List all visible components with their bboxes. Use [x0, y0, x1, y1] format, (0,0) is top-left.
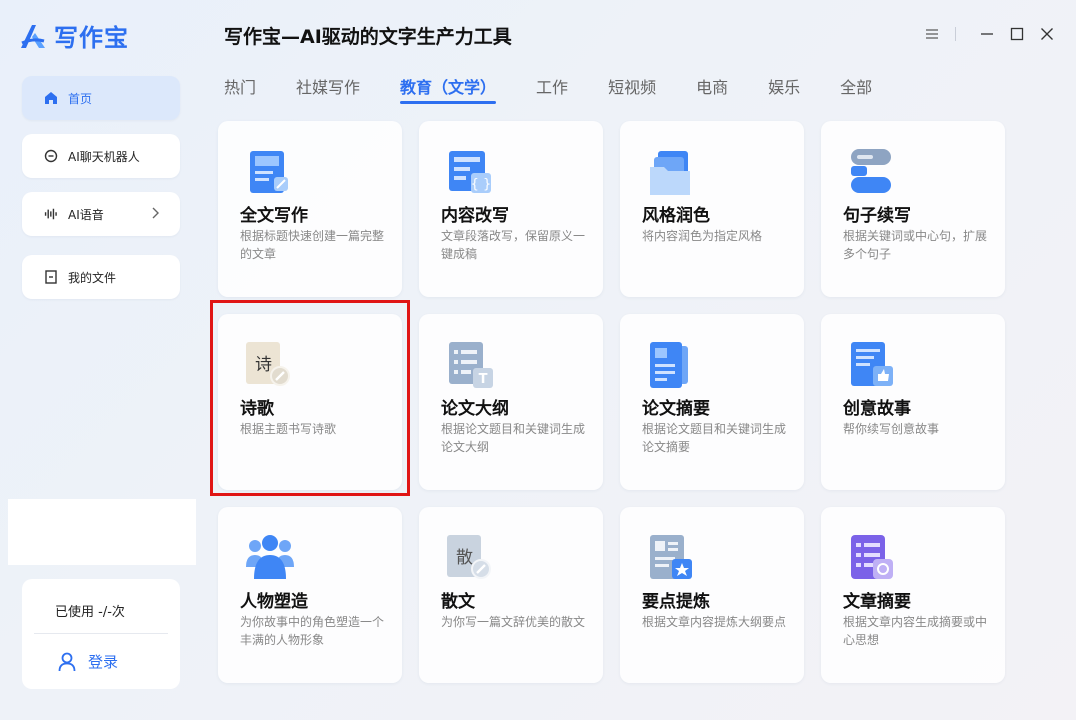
- tool-card-content-rewrite[interactable]: { } 内容改写 文章段落改写，保留原义一键成稿: [419, 121, 603, 297]
- card-title: 内容改写: [441, 206, 509, 226]
- tool-card-article-summary[interactable]: 文章摘要 根据文章内容生成摘要或中心思想: [821, 507, 1005, 683]
- sidebar-item-label: AI语音: [68, 207, 104, 222]
- article-summary-icon: [851, 535, 893, 579]
- svg-text:T: T: [479, 372, 488, 387]
- card-title: 散文: [441, 592, 475, 612]
- tool-card-poem[interactable]: 诗 诗歌 根据主题书写诗歌: [218, 314, 402, 490]
- card-description: 为你故事中的角色塑造一个丰满的人物形象: [240, 615, 385, 647]
- login-button[interactable]: 登录: [58, 651, 118, 672]
- sidebar-item-home[interactable]: 首页: [22, 76, 180, 120]
- usage-card: 已使用 -/-次 登录: [22, 579, 180, 689]
- card-title: 论文摘要: [642, 399, 710, 419]
- key-points-icon: [650, 535, 692, 579]
- divider: [955, 27, 956, 41]
- card-title: 句子续写: [843, 206, 911, 226]
- card-description: 将内容润色为指定风格: [642, 229, 763, 243]
- close-button[interactable]: [1032, 24, 1062, 44]
- tool-card-prose[interactable]: 散 散文 为你写一篇文辞优美的散文: [419, 507, 603, 683]
- card-description: 根据关键词或中心句，扩展多个句子: [843, 229, 988, 261]
- card-title: 风格润色: [642, 206, 710, 226]
- tab-ecommerce[interactable]: 电商: [696, 74, 728, 104]
- tab-all[interactable]: 全部: [840, 74, 872, 104]
- blank-panel: [8, 499, 196, 565]
- tab-work[interactable]: 工作: [536, 74, 568, 104]
- logo-text: 写作宝: [54, 24, 129, 52]
- tool-card-creative-story[interactable]: 创意故事 帮你续写创意故事: [821, 314, 1005, 490]
- user-icon: [58, 652, 76, 671]
- window-title: 写作宝—AI驱动的文字生产力工具: [224, 26, 512, 48]
- card-title: 人物塑造: [240, 592, 308, 612]
- card-description: 根据主题书写诗歌: [240, 422, 337, 436]
- card-description: 为你写一篇文辞优美的散文: [441, 615, 586, 629]
- maximize-icon: [1010, 27, 1024, 41]
- folder-stack-icon: [650, 151, 690, 195]
- tool-card-full-writing[interactable]: 全文写作 根据标题快速创建一篇完整的文章: [218, 121, 402, 297]
- sidebar-item-my-files[interactable]: 我的文件: [22, 255, 180, 299]
- card-description: 根据文章内容生成摘要或中心思想: [843, 615, 988, 647]
- category-tabs: 热门 社媒写作 教育（文学） 工作 短视频 电商 娱乐 全部: [224, 74, 872, 106]
- card-description: 帮你续写创意故事: [843, 422, 940, 436]
- card-title: 论文大纲: [441, 399, 509, 419]
- usage-count: 已使用 -/-次: [55, 605, 125, 620]
- audio-wave-icon: [44, 208, 57, 220]
- sidebar-item-label: AI聊天机器人: [68, 149, 140, 164]
- story-thumb-icon: [851, 342, 893, 386]
- card-title: 文章摘要: [843, 592, 911, 612]
- sentence-blocks-icon: [851, 149, 891, 193]
- card-description: 文章段落改写，保留原义一键成稿: [441, 229, 586, 261]
- app-logo: 写作宝: [18, 18, 129, 53]
- logo-icon: [21, 24, 45, 48]
- tool-card-style-polish[interactable]: 风格润色 将内容润色为指定风格: [620, 121, 804, 297]
- people-group-icon: [246, 535, 294, 579]
- tab-short-video[interactable]: 短视频: [608, 74, 656, 104]
- sidebar-item-label: 我的文件: [68, 270, 117, 285]
- menu-icon: [926, 29, 938, 39]
- poem-icon-glyph: 诗: [255, 355, 272, 375]
- window-controls: [917, 24, 1062, 44]
- card-title: 诗歌: [240, 399, 274, 419]
- maximize-button[interactable]: [1002, 24, 1032, 44]
- document-braces-icon: { }: [449, 151, 492, 193]
- sidebar-item-label: 首页: [68, 91, 93, 106]
- tab-education[interactable]: 教育（文学）: [400, 74, 497, 104]
- sidebar: 写作宝 首页 AI聊天机器人 AI语音 我的文件 已使用 -/-次 登录: [0, 0, 200, 720]
- sidebar-item-ai-voice[interactable]: AI语音: [22, 192, 180, 236]
- prose-icon-glyph: 散: [456, 548, 473, 568]
- tab-entertainment[interactable]: 娱乐: [768, 74, 800, 104]
- divider: [34, 633, 168, 634]
- login-label: 登录: [88, 653, 119, 671]
- home-icon: [45, 92, 57, 104]
- close-icon: [1041, 28, 1053, 40]
- card-title: 全文写作: [240, 206, 308, 226]
- tool-card-sentence-continue[interactable]: 句子续写 根据关键词或中心句，扩展多个句子: [821, 121, 1005, 297]
- tab-hot[interactable]: 热门: [224, 74, 256, 104]
- minimize-icon: [981, 33, 993, 35]
- tab-social-media[interactable]: 社媒写作: [296, 74, 360, 104]
- chevron-right-icon: [152, 207, 159, 219]
- sidebar-item-ai-chatbot[interactable]: AI聊天机器人: [22, 134, 180, 178]
- document-pen-icon: [250, 151, 288, 193]
- card-title: 创意故事: [843, 399, 911, 419]
- card-description: 根据文章内容提炼大纲要点: [642, 615, 787, 629]
- menu-button[interactable]: [917, 24, 947, 44]
- outline-list-icon: T: [449, 342, 493, 388]
- tool-card-key-points[interactable]: 要点提炼 根据文章内容提炼大纲要点: [620, 507, 804, 683]
- minimize-button[interactable]: [972, 24, 1002, 44]
- tool-card-paper-outline[interactable]: T 论文大纲 根据论文题目和关键词生成论文大纲: [419, 314, 603, 490]
- paper-summary-icon: [650, 342, 688, 388]
- tool-card-paper-summary[interactable]: 论文摘要 根据论文题目和关键词生成论文摘要: [620, 314, 804, 490]
- tool-card-character[interactable]: 人物塑造 为你故事中的角色塑造一个丰满的人物形象: [218, 507, 402, 683]
- card-title: 要点提炼: [642, 592, 710, 612]
- file-icon: [45, 270, 57, 284]
- card-description: 根据论文题目和关键词生成论文大纲: [441, 422, 586, 454]
- svg-text:{ }: { }: [471, 177, 492, 192]
- card-description: 根据论文题目和关键词生成论文摘要: [642, 422, 787, 454]
- chat-bubble-icon: [44, 149, 58, 163]
- card-description: 根据标题快速创建一篇完整的文章: [240, 229, 385, 261]
